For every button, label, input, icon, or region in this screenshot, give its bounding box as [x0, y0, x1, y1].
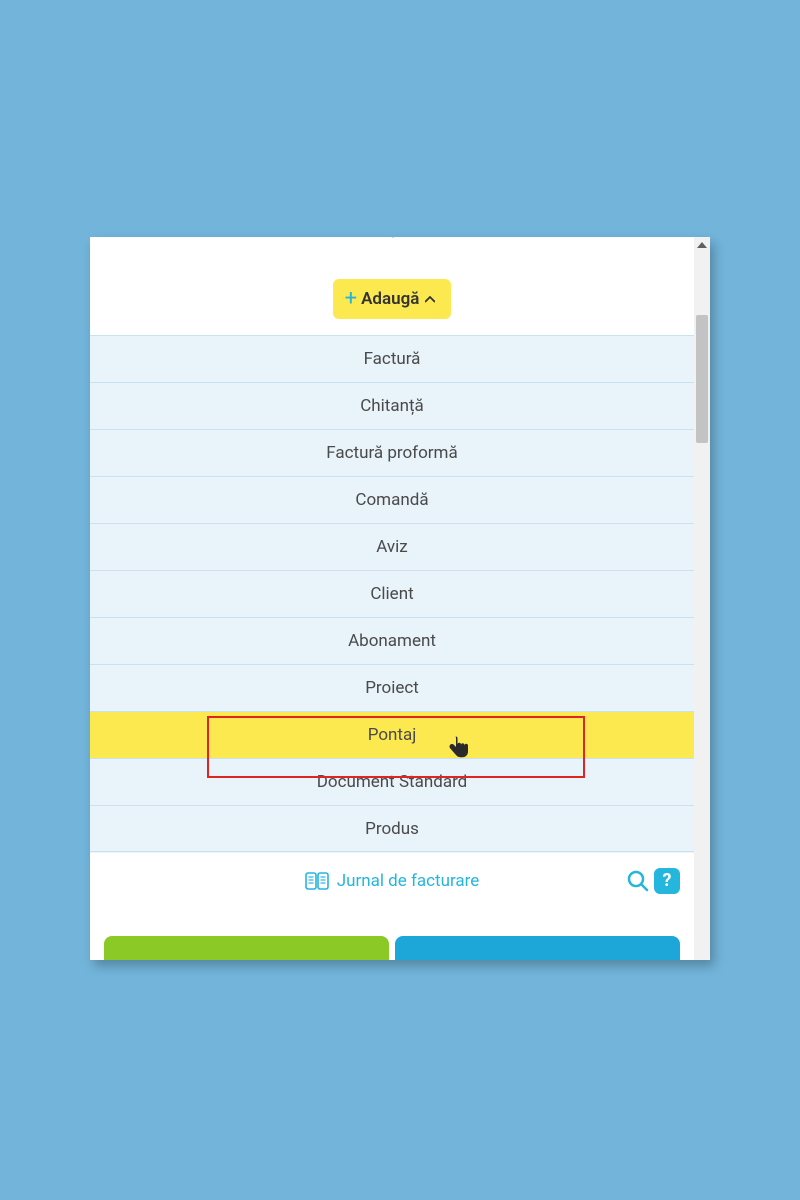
- report-icon: [344, 237, 364, 239]
- journal-icon: [305, 872, 329, 890]
- add-button[interactable]: + Adaugă: [333, 279, 452, 319]
- add-button-label: Adaugă: [361, 289, 419, 309]
- add-section: + Adaugă: [90, 249, 694, 335]
- chevron-up-icon: [425, 296, 435, 303]
- menu-item-document-standard[interactable]: Document Standard: [90, 758, 694, 805]
- menu-item-label: Aviz: [376, 537, 407, 557]
- app-window: Rapoarte + Adaugă FacturăChitanțăFactură…: [90, 237, 710, 960]
- menu-item-factura[interactable]: Factură: [90, 335, 694, 382]
- menu-item-label: Proiect: [365, 678, 419, 698]
- menu-item-label: Abonament: [348, 631, 436, 651]
- help-label: ?: [663, 870, 672, 891]
- menu-item-label: Produs: [365, 819, 419, 839]
- bottom-bar-blue[interactable]: [395, 936, 680, 960]
- content-area: Rapoarte + Adaugă FacturăChitanțăFactură…: [90, 237, 694, 960]
- scroll-up-arrow[interactable]: [694, 237, 710, 253]
- top-nav-rapoarte[interactable]: Rapoarte: [90, 237, 694, 249]
- add-menu-list: Factură Chitanță Factură proformă Comandă Av…: [90, 335, 694, 852]
- menu-item-client[interactable]: Client: [90, 570, 694, 617]
- menu-item-pontaj[interactable]: Pontaj: [90, 711, 694, 758]
- menu-item-comanda[interactable]: Comandă: [90, 476, 694, 523]
- menu-item-produs[interactable]: Produs: [90, 805, 694, 852]
- help-button[interactable]: ?: [654, 868, 680, 894]
- scrollbar-track[interactable]: [694, 237, 710, 960]
- journal-link[interactable]: Jurnal de facturare: [305, 871, 480, 891]
- menu-item-label: Pontaj: [368, 725, 417, 745]
- search-icon[interactable]: [626, 869, 650, 893]
- menu-item-label: Comandă: [355, 490, 428, 510]
- plus-icon: +: [345, 288, 357, 310]
- menu-item-label: Chitanță: [360, 396, 424, 416]
- journal-label: Jurnal de facturare: [337, 871, 480, 891]
- bottom-bars: [90, 936, 694, 960]
- footer-row: Jurnal de facturare ?: [90, 852, 694, 908]
- menu-item-proiect[interactable]: Proiect: [90, 664, 694, 711]
- menu-item-label: Factură: [364, 349, 421, 369]
- menu-item-label: Document Standard: [317, 772, 468, 792]
- scrollbar-thumb[interactable]: [696, 315, 708, 443]
- menu-item-abonament[interactable]: Abonament: [90, 617, 694, 664]
- menu-item-factura-proforma[interactable]: Factură proformă: [90, 429, 694, 476]
- menu-item-label: Client: [370, 584, 413, 604]
- bottom-bar-green[interactable]: [104, 936, 389, 960]
- top-nav-label: Rapoarte: [372, 237, 441, 239]
- menu-item-aviz[interactable]: Aviz: [90, 523, 694, 570]
- menu-item-chitanta[interactable]: Chitanță: [90, 382, 694, 429]
- menu-item-label: Factură proformă: [326, 443, 457, 463]
